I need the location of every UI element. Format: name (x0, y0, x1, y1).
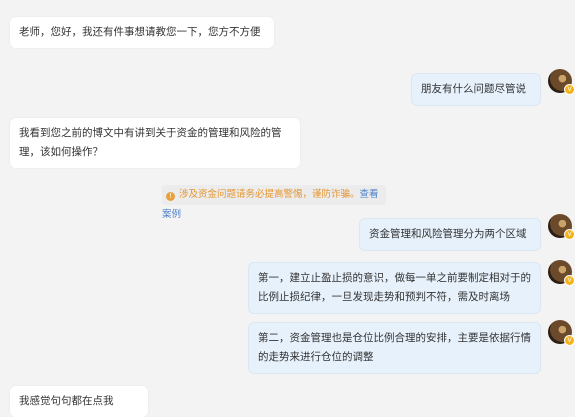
notice-warning-text: 涉及资金问题请务必提高警惕，谨防诈骗。 (179, 189, 360, 200)
message-bubble-received: 我感觉句句都在点我 (10, 386, 148, 417)
user-avatar[interactable]: V (548, 214, 575, 240)
vip-badge-icon: V (564, 335, 575, 346)
message-bubble-sent: 朋友有什么问题尽管说 (411, 73, 541, 106)
message-bubble-sent: 第二，资金管理也是仓位比例合理的安排，主要是依据行情的走势来进行仓位的调整 (248, 322, 541, 374)
message-text: 资金管理和风险管理分为两个区域 (369, 228, 527, 240)
message-bubble-received: 我看到您之前的博文中有讲到关于资金的管理和风险的管理，该如何操作？ (10, 118, 300, 168)
vip-badge-icon: V (564, 84, 575, 95)
security-notice: ! 涉及资金问题请务必提高警惕，谨防诈骗。查看案例 (162, 185, 386, 220)
user-avatar[interactable]: V (548, 69, 575, 95)
message-text: 第二，资金管理也是仓位比例合理的安排，主要是依据行情的走势来进行仓位的调整 (258, 332, 531, 363)
user-avatar[interactable]: V (548, 260, 575, 286)
message-text: 老师，您好，我还有件事想请教您一下，您方不方便 (19, 26, 261, 38)
message-bubble-received: 老师，您好，我还有件事想请教您一下，您方不方便 (10, 17, 274, 48)
user-avatar[interactable]: V (548, 320, 575, 346)
message-text: 我看到您之前的博文中有讲到关于资金的管理和风险的管理，该如何操作？ (19, 127, 282, 158)
warning-icon: ! (166, 192, 175, 201)
message-bubble-sent: 资金管理和风险管理分为两个区域 (359, 218, 541, 251)
message-bubble-sent: 第一，建立止盈止损的意识，做每一单之前要制定相对于的比例止损纪律，一旦发现走势和… (248, 262, 541, 314)
message-text: 我感觉句句都在点我 (19, 395, 114, 407)
message-text: 第一，建立止盈止损的意识，做每一单之前要制定相对于的比例止损纪律，一旦发现走势和… (258, 272, 531, 303)
message-text: 朋友有什么问题尽管说 (421, 83, 526, 95)
vip-badge-icon: V (564, 275, 575, 286)
vip-badge-icon: V (564, 229, 575, 240)
